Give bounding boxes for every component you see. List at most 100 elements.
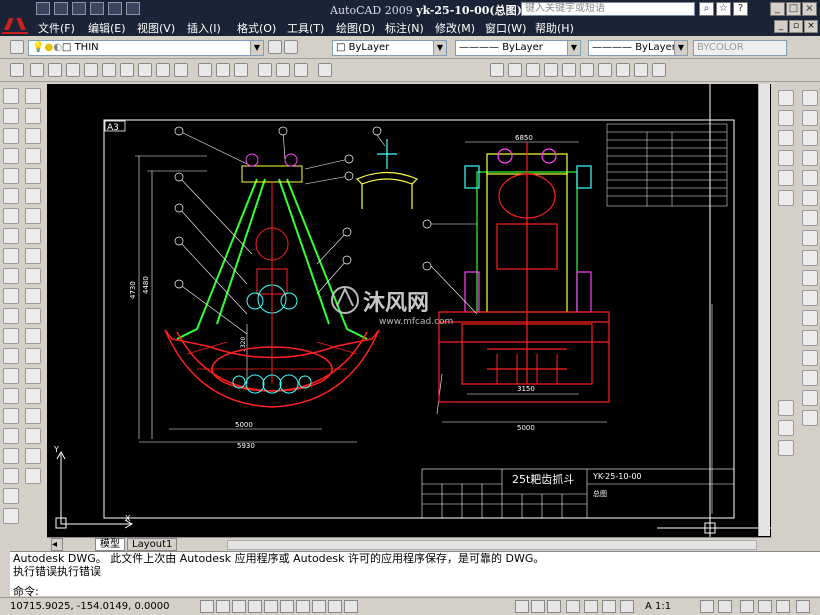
inspection-icon[interactable] xyxy=(25,388,41,404)
horizontal-scrollbar[interactable] xyxy=(227,540,757,550)
dim-radius-icon[interactable] xyxy=(25,168,41,184)
view-icon[interactable] xyxy=(598,63,612,77)
text-icon[interactable] xyxy=(3,468,19,484)
search-icon[interactable]: ⌕ xyxy=(699,2,714,16)
jogged-linear-icon[interactable] xyxy=(25,408,41,424)
doc-close-icon[interactable]: × xyxy=(804,20,818,33)
tab-layout1[interactable]: Layout1 xyxy=(127,538,178,551)
view-icon[interactable] xyxy=(544,63,558,77)
dynamic-input-icon[interactable] xyxy=(312,600,326,613)
region-icon[interactable] xyxy=(3,408,19,424)
annotation-visibility-icon[interactable] xyxy=(700,600,714,613)
point-icon[interactable] xyxy=(3,348,19,364)
menu-tools[interactable]: 工具(T) xyxy=(287,20,324,36)
menu-draw[interactable]: 绘图(D) xyxy=(336,20,375,36)
center-mark-icon[interactable] xyxy=(25,368,41,384)
gradient-icon[interactable] xyxy=(3,388,19,404)
make-block-icon[interactable] xyxy=(3,328,19,344)
chamfer-icon[interactable] xyxy=(802,370,818,386)
steering-wheel-icon[interactable] xyxy=(602,600,616,613)
dim-edit-icon[interactable] xyxy=(25,428,41,444)
save-file-icon[interactable] xyxy=(72,2,86,15)
linetype-dropdown[interactable]: ———— ByLayer ▼ xyxy=(455,40,581,56)
tab-model[interactable]: 模型 xyxy=(95,538,125,551)
lineweight-dropdown[interactable]: ———— ByLayer ▼ xyxy=(588,40,688,56)
clean-screen-icon[interactable] xyxy=(776,600,790,613)
layer-properties-icon[interactable] xyxy=(10,40,24,54)
showmotion-icon[interactable] xyxy=(620,600,634,613)
markup-icon[interactable] xyxy=(778,190,794,206)
menu-help[interactable]: 帮助(H) xyxy=(535,20,574,36)
join-icon[interactable] xyxy=(802,350,818,366)
doc-restore-icon[interactable]: ▫ xyxy=(789,20,803,33)
dim-jogged-icon[interactable] xyxy=(25,188,41,204)
insert-block-icon[interactable] xyxy=(3,308,19,324)
construction-line-icon[interactable] xyxy=(3,108,19,124)
rotate-icon[interactable] xyxy=(802,210,818,226)
tool-palettes-icon[interactable] xyxy=(778,150,794,166)
doc-minimize-icon[interactable]: _ xyxy=(774,20,788,33)
table-icon[interactable] xyxy=(3,428,19,444)
ortho-mode-icon[interactable] xyxy=(232,600,246,613)
dynamic-ucs-icon[interactable] xyxy=(296,600,310,613)
view-icon[interactable] xyxy=(526,63,540,77)
snap-extension-icon[interactable] xyxy=(120,63,134,77)
quick-view-drawings-icon[interactable] xyxy=(547,600,561,613)
menu-modify[interactable]: 修改(M) xyxy=(435,20,475,36)
dim-diameter-icon[interactable] xyxy=(25,208,41,224)
object-snap-icon[interactable] xyxy=(264,600,278,613)
match-properties-icon[interactable] xyxy=(778,90,794,106)
menu-file[interactable]: 文件(F) xyxy=(38,20,75,36)
trim-icon[interactable] xyxy=(802,270,818,286)
menu-view[interactable]: 视图(V) xyxy=(137,20,175,36)
maximize-icon[interactable]: □ xyxy=(786,2,801,16)
redo-icon[interactable] xyxy=(126,2,140,15)
break-icon[interactable] xyxy=(802,330,818,346)
drawing-canvas[interactable]: A3 4730 4480 5000 5930 1320 6850 3150 50… xyxy=(47,84,771,540)
view-icon[interactable] xyxy=(580,63,594,77)
mirror-icon[interactable] xyxy=(802,130,818,146)
dim-arc-icon[interactable] xyxy=(25,128,41,144)
tolerance-icon[interactable] xyxy=(25,348,41,364)
view-icon[interactable] xyxy=(508,63,522,77)
dim-angular-icon[interactable] xyxy=(25,228,41,244)
menu-insert[interactable]: 插入(I) xyxy=(187,20,221,36)
polar-tracking-icon[interactable] xyxy=(248,600,262,613)
osnap-settings-icon[interactable] xyxy=(318,63,332,77)
line-icon[interactable] xyxy=(3,88,19,104)
quick-view-layouts-icon[interactable] xyxy=(531,600,545,613)
snap-nearest-icon[interactable] xyxy=(276,63,290,77)
stretch-icon[interactable] xyxy=(802,250,818,266)
vertical-scrollbar[interactable] xyxy=(758,84,770,536)
draworder-icon[interactable] xyxy=(778,400,794,416)
star-icon[interactable]: ☆ xyxy=(716,2,731,16)
dim-continue-icon[interactable] xyxy=(25,288,41,304)
scale-icon[interactable] xyxy=(802,230,818,246)
arc-icon[interactable] xyxy=(3,188,19,204)
snap-from-icon[interactable] xyxy=(30,63,44,77)
fillet-icon[interactable] xyxy=(802,390,818,406)
view-icon[interactable] xyxy=(616,63,630,77)
dim-update-icon[interactable] xyxy=(25,468,41,484)
dim-baseline-icon[interactable] xyxy=(25,268,41,284)
menu-window[interactable]: 窗口(W) xyxy=(485,20,526,36)
hatch-icon[interactable] xyxy=(3,368,19,384)
extend-icon[interactable] xyxy=(802,290,818,306)
snap-perpendicular-icon[interactable] xyxy=(198,63,212,77)
rectangle-icon[interactable] xyxy=(3,168,19,184)
dim-text-edit-icon[interactable] xyxy=(25,448,41,464)
lineweight-icon[interactable] xyxy=(328,600,342,613)
menu-dimension[interactable]: 标注(N) xyxy=(385,20,424,36)
pan-icon[interactable] xyxy=(566,600,580,613)
view-icon[interactable] xyxy=(634,63,648,77)
circle-icon[interactable] xyxy=(3,208,19,224)
layer-dropdown[interactable]: 💡●◐□ THIN ▼ xyxy=(28,40,264,56)
view-icon[interactable] xyxy=(490,63,504,77)
status-menu-icon[interactable] xyxy=(796,600,810,613)
object-snap-tracking-icon[interactable] xyxy=(280,600,294,613)
zoom-icon[interactable] xyxy=(584,600,598,613)
snap-none-icon[interactable] xyxy=(294,63,308,77)
array-icon[interactable] xyxy=(802,170,818,186)
snap-insert-icon[interactable] xyxy=(234,63,248,77)
color-dropdown[interactable]: □ ByLayer ▼ xyxy=(332,40,447,56)
